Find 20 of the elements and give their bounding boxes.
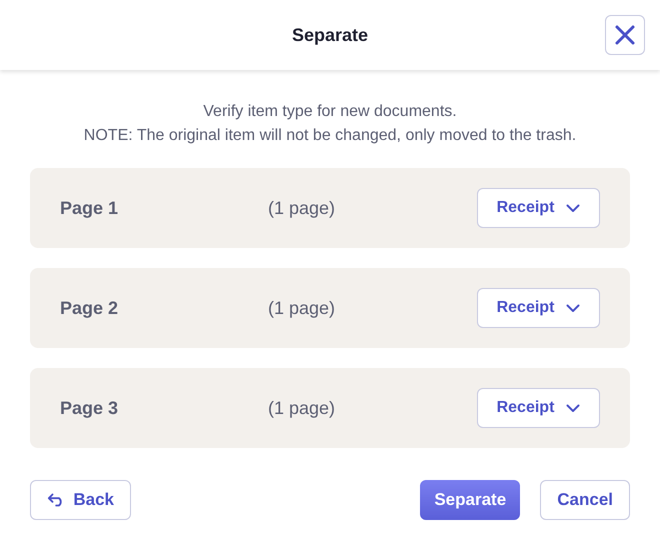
back-button[interactable]: Back [30,480,131,520]
page-count: (1 page) [268,198,336,218]
dialog-title: Separate [292,24,368,46]
description-text: Verify item type for new documents. [202,102,458,122]
close-button[interactable] [605,15,645,55]
page-name: Page 2 [60,298,120,318]
chevron-down-icon [566,204,580,212]
page-count: (1 page) [268,398,336,418]
cancel-button[interactable]: Cancel [540,480,630,520]
page-count: (1 page) [268,298,336,318]
page-name: Page 1 [60,198,120,218]
chevron-down-icon [566,304,580,312]
type-dropdown[interactable]: Receipt [477,288,600,328]
chevron-down-icon [566,404,580,412]
close-icon [614,24,636,46]
type-dropdown[interactable]: Receipt [477,388,600,428]
page-name: Page 3 [60,398,120,418]
separate-button[interactable]: Separate [420,480,520,520]
description-text: NOTE: The original item will not be changed, only moved to the trash. [82,126,578,146]
type-dropdown[interactable]: Receipt [477,188,600,228]
